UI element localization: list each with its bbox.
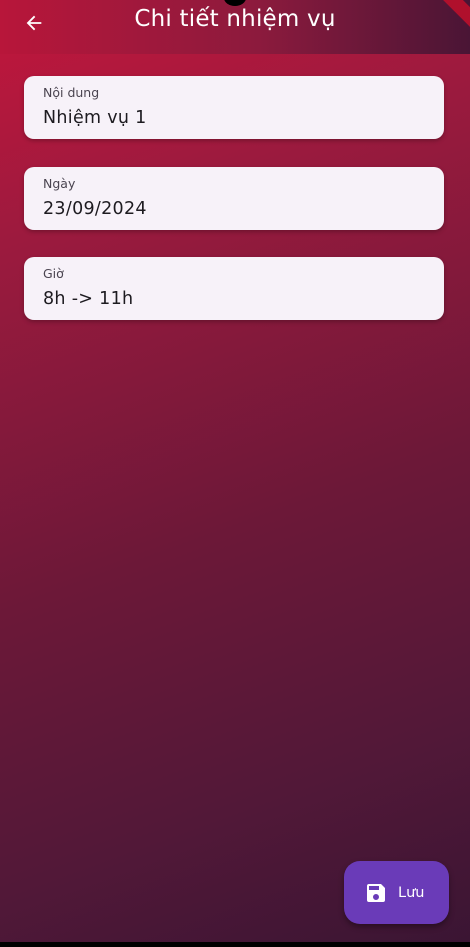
content-field-label: Nội dung [43, 85, 100, 100]
time-field[interactable]: Giờ 8h -> 11h [24, 257, 444, 320]
save-button[interactable]: Lưu [344, 861, 449, 924]
date-field-value[interactable]: 23/09/2024 [43, 198, 444, 220]
time-field-label: Giờ [43, 266, 64, 281]
save-icon [367, 883, 385, 902]
page-title: Chi tiết nhiệm vụ [134, 6, 336, 32]
save-button-label: Lưu [398, 884, 425, 901]
task-detail-screen: Chi tiết nhiệm vụ Nội dung Nhiệm vụ 1 Ng… [0, 0, 470, 947]
app-bar: Chi tiết nhiệm vụ [0, 0, 470, 54]
content-field[interactable]: Nội dung Nhiệm vụ 1 [24, 76, 444, 139]
date-field-label: Ngày [43, 176, 76, 191]
bottom-edge [0, 942, 470, 947]
content-field-value[interactable]: Nhiệm vụ 1 [43, 107, 444, 129]
date-field[interactable]: Ngày 23/09/2024 [24, 167, 444, 230]
time-field-value[interactable]: 8h -> 11h [43, 288, 444, 310]
